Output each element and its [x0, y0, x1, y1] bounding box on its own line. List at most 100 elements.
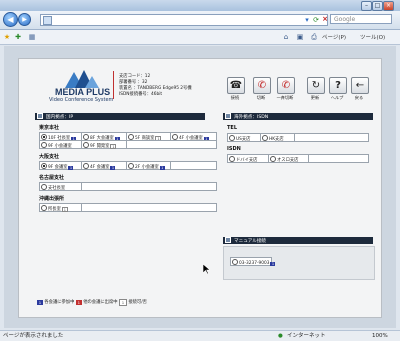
- tab-grid-icon[interactable]: ▦: [28, 33, 36, 41]
- room-option[interactable]: 9F 開発室 1: [83, 142, 117, 149]
- refresh-nav-icon[interactable]: ⟳: [312, 16, 320, 24]
- tools-menu[interactable]: ツール(O): [360, 33, 385, 41]
- room-row: 所長室 1: [39, 203, 217, 212]
- page-menu[interactable]: ページ(P): [322, 33, 346, 41]
- radio-icon: [232, 259, 238, 265]
- divider: [81, 162, 82, 169]
- panel-marker-icon: [225, 237, 231, 243]
- status-badge: 1: [61, 207, 68, 212]
- radio-selected-icon: [41, 163, 47, 169]
- legend-item: 接続可/否: [128, 300, 147, 305]
- divider: [170, 162, 171, 169]
- mouse-cursor-icon: [203, 264, 210, 274]
- panel-marker-icon: [225, 113, 231, 119]
- group-tel: TEL: [227, 125, 238, 131]
- search-input[interactable]: Google: [330, 14, 392, 24]
- back-button[interactable]: ←: [351, 77, 369, 94]
- divider: [294, 134, 295, 141]
- room-option[interactable]: US支店: [229, 135, 250, 142]
- connect-label: 接続: [230, 95, 240, 100]
- help-icon: ?: [335, 80, 341, 91]
- radio-icon: [229, 135, 235, 141]
- help-button[interactable]: ?: [329, 77, 347, 94]
- refresh-button[interactable]: ↻: [307, 77, 325, 94]
- status-badge: 1: [159, 166, 165, 170]
- room-option[interactable]: 支社長室: [41, 184, 65, 191]
- status-badge: 1: [110, 144, 117, 149]
- connect-button[interactable]: ☎: [227, 77, 245, 94]
- divider: [81, 204, 82, 211]
- manual-panel-header: マニュアル接続: [223, 237, 373, 244]
- phone-hangup-icon: ✆: [257, 80, 267, 91]
- maximize-icon[interactable]: □: [372, 1, 383, 11]
- group-osaka: 大阪支社: [39, 154, 60, 160]
- room-option[interactable]: 9F 小会議室: [41, 142, 72, 149]
- refresh-label: 更新: [310, 95, 320, 100]
- room-option[interactable]: オスロ支店: [270, 156, 298, 163]
- phone-all-hangup-icon: ✆: [281, 80, 291, 91]
- legend-item: 他の会議に出席中: [83, 300, 118, 305]
- ip-panel-header: 国内拠点：IP: [35, 113, 205, 120]
- manual-number-option[interactable]: 03-3237-9003 1: [230, 257, 276, 266]
- group-tokyo: 東京本社: [39, 125, 60, 131]
- favorites-star-icon[interactable]: ★: [3, 33, 11, 41]
- manual-number[interactable]: 03-3237-9003 1: [232, 259, 276, 266]
- window-titlebar: – □ ×: [0, 0, 400, 11]
- divider: [81, 133, 82, 140]
- radio-icon: [128, 163, 134, 169]
- disconnect-all-label: 一斉切断: [276, 95, 294, 100]
- disconnect-button[interactable]: ✆: [253, 77, 271, 94]
- radio-icon: [41, 142, 47, 148]
- add-favorite-icon[interactable]: ✚: [14, 33, 22, 41]
- stop-icon[interactable]: ×: [321, 15, 329, 23]
- radio-icon: [270, 156, 276, 162]
- page-icon: [43, 16, 52, 25]
- divider: [268, 155, 269, 162]
- status-badge: 1: [270, 262, 276, 266]
- home-icon[interactable]: ⌂: [282, 33, 290, 41]
- manual-panel-title: マニュアル接続: [234, 239, 267, 244]
- room-option[interactable]: 所長室 1: [41, 205, 68, 212]
- panel-marker-icon: [37, 113, 43, 119]
- isdn-panel-header: 海外拠点：ISDN: [223, 113, 373, 120]
- legend-badge-white: 1: [118, 299, 127, 306]
- room-option[interactable]: 2F 小会議室 1: [128, 163, 165, 170]
- address-bar[interactable]: ▾ ⟳ ×: [40, 14, 328, 26]
- room-option[interactable]: HK支店: [262, 135, 284, 142]
- help-label: ヘルプ: [330, 95, 344, 100]
- group-isdn: ISDN: [227, 146, 241, 152]
- dropdown-icon[interactable]: ▾: [303, 16, 311, 24]
- room-option[interactable]: 4F 会議室 1: [83, 163, 116, 170]
- group-okinawa: 沖縄出張所: [39, 196, 65, 202]
- back-icon: ←: [355, 80, 365, 91]
- divider: [170, 133, 171, 140]
- room-option[interactable]: 9F 会議室 1: [41, 163, 74, 170]
- disconnect-all-button[interactable]: ✆: [277, 77, 295, 94]
- divider: [81, 183, 82, 190]
- navigation-bar: ◀ ▶ ▾ ⟳ × Google: [0, 11, 400, 30]
- radio-icon: [262, 135, 268, 141]
- radio-icon: [83, 163, 89, 169]
- print-icon[interactable]: ⎙: [310, 33, 318, 41]
- back-nav-icon[interactable]: ◀: [3, 12, 18, 27]
- room-row: 9F 小会議室 9F 開発室 1: [39, 140, 217, 149]
- status-badge: 1: [68, 166, 74, 170]
- room-option[interactable]: ドバイ支店: [229, 156, 257, 163]
- legend-badge-blue: 1: [37, 300, 43, 305]
- manual-panel-body: 03-3237-9003 1: [223, 246, 375, 280]
- disconnect-label: 切断: [256, 95, 266, 100]
- radio-icon: [41, 205, 47, 211]
- forward-nav-icon[interactable]: ▶: [18, 13, 31, 26]
- legend-badge-red: 1: [75, 300, 82, 305]
- close-icon[interactable]: ×: [383, 1, 394, 11]
- room-row: ドバイ支店 オスロ支店: [227, 154, 369, 163]
- divider: [126, 141, 127, 148]
- status-bar: ページが表示されました ● インターネット 100%: [0, 330, 400, 341]
- phone-connect-icon: ☎: [229, 80, 243, 91]
- feeds-icon[interactable]: ▣: [296, 33, 304, 41]
- divider: [260, 134, 261, 141]
- minimize-icon[interactable]: –: [361, 1, 372, 11]
- radio-icon: [229, 156, 235, 162]
- ip-panel-title: 国内拠点：IP: [46, 115, 74, 120]
- conference-app: MEDIA PLUS Video Conference System 支店コード…: [18, 58, 382, 318]
